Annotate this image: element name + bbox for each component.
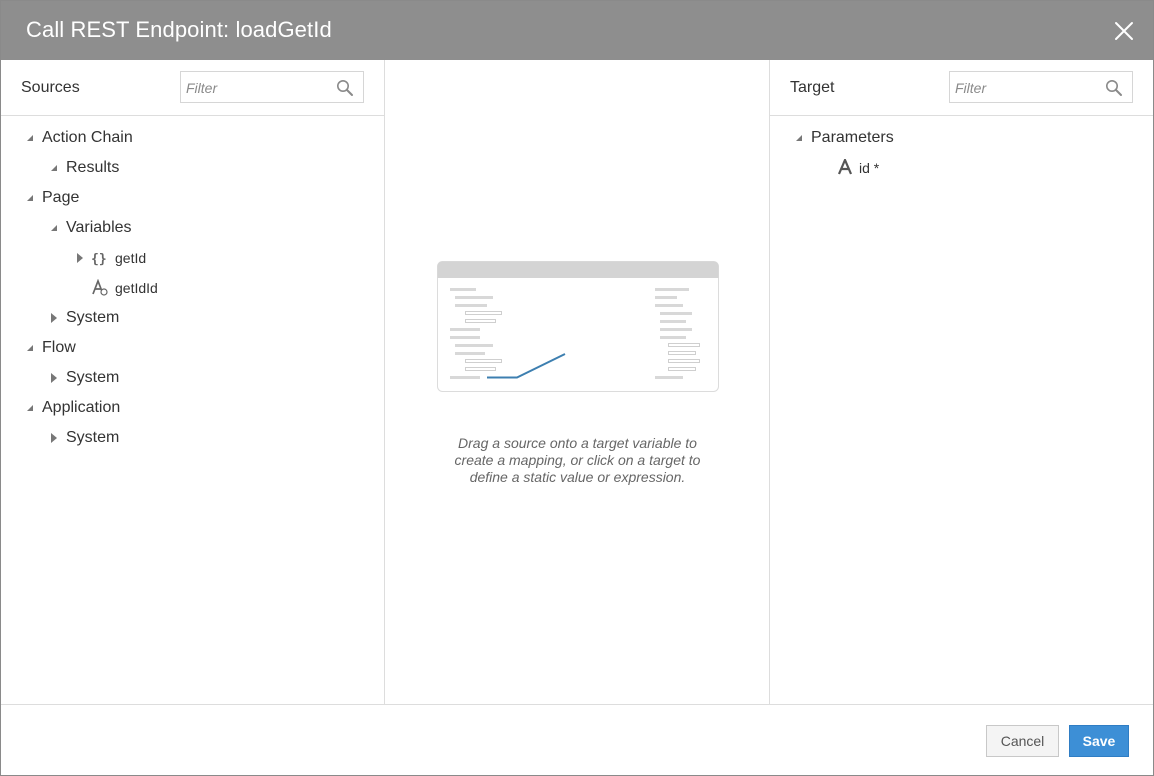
- svg-text:{}: {}: [91, 252, 107, 266]
- tree-node-label: System: [66, 309, 120, 326]
- target-title: Target: [790, 79, 835, 96]
- mapping-dialog: Call REST Endpoint: loadGetId Sources Ac…: [0, 0, 1154, 776]
- triangle-down-icon[interactable]: [794, 133, 804, 143]
- tree-node-label: getIdId: [115, 280, 158, 296]
- sources-panel: Sources Action Chain Results Page: [1, 60, 385, 704]
- triangle-down-icon[interactable]: [25, 343, 35, 353]
- triangle-right-icon[interactable]: [49, 373, 59, 383]
- sources-filter-input[interactable]: [186, 78, 326, 98]
- tree-node-label: Parameters: [811, 129, 894, 146]
- search-icon[interactable]: [1105, 79, 1123, 97]
- close-icon: [1115, 22, 1133, 40]
- triangle-down-icon[interactable]: [25, 133, 35, 143]
- tree-node-label: Application: [42, 399, 121, 416]
- mapping-panel: Drag a source onto a target variable to …: [385, 60, 770, 704]
- triangle-down-icon[interactable]: [49, 223, 59, 233]
- target-header: Target: [770, 60, 1153, 116]
- string-type-icon: [837, 159, 853, 175]
- save-button[interactable]: Save: [1069, 725, 1129, 757]
- triangle-right-icon[interactable]: [75, 253, 85, 263]
- cancel-button[interactable]: Cancel: [986, 725, 1059, 757]
- string-type-icon: [92, 279, 108, 296]
- mapping-illustration: [437, 261, 719, 392]
- triangle-right-icon[interactable]: [49, 433, 59, 443]
- tree-node-label: System: [66, 429, 120, 446]
- triangle-down-icon[interactable]: [49, 163, 59, 173]
- sources-header: Sources: [1, 60, 384, 116]
- search-icon[interactable]: [336, 79, 354, 97]
- tree-node-label: Flow: [42, 339, 76, 356]
- tree-node-label: Action Chain: [42, 129, 133, 146]
- triangle-down-icon[interactable]: [25, 193, 35, 203]
- sources-filter[interactable]: [180, 71, 364, 103]
- target-filter[interactable]: [949, 71, 1133, 103]
- tree-node-label: Page: [42, 189, 80, 206]
- mapping-hint: Drag a source onto a target variable to …: [454, 435, 701, 485]
- dialog-footer: Cancel Save: [1, 704, 1153, 776]
- close-button[interactable]: [1113, 20, 1135, 42]
- dialog-titlebar: Call REST Endpoint: loadGetId: [1, 1, 1153, 60]
- target-panel: Target Parameters id *: [770, 60, 1153, 704]
- tree-node-label: Results: [66, 159, 120, 176]
- tree-node-label: getId: [115, 250, 147, 266]
- triangle-right-icon[interactable]: [49, 313, 59, 323]
- target-filter-input[interactable]: [955, 78, 1095, 98]
- sources-title: Sources: [21, 79, 80, 96]
- tree-node-label: System: [66, 369, 120, 386]
- tree-node-label: Variables: [66, 219, 132, 236]
- dialog-title: Call REST Endpoint: loadGetId: [26, 17, 332, 42]
- curly-braces-icon: {}: [91, 252, 107, 266]
- triangle-down-icon[interactable]: [25, 403, 35, 413]
- tree-node-label: id *: [859, 160, 880, 176]
